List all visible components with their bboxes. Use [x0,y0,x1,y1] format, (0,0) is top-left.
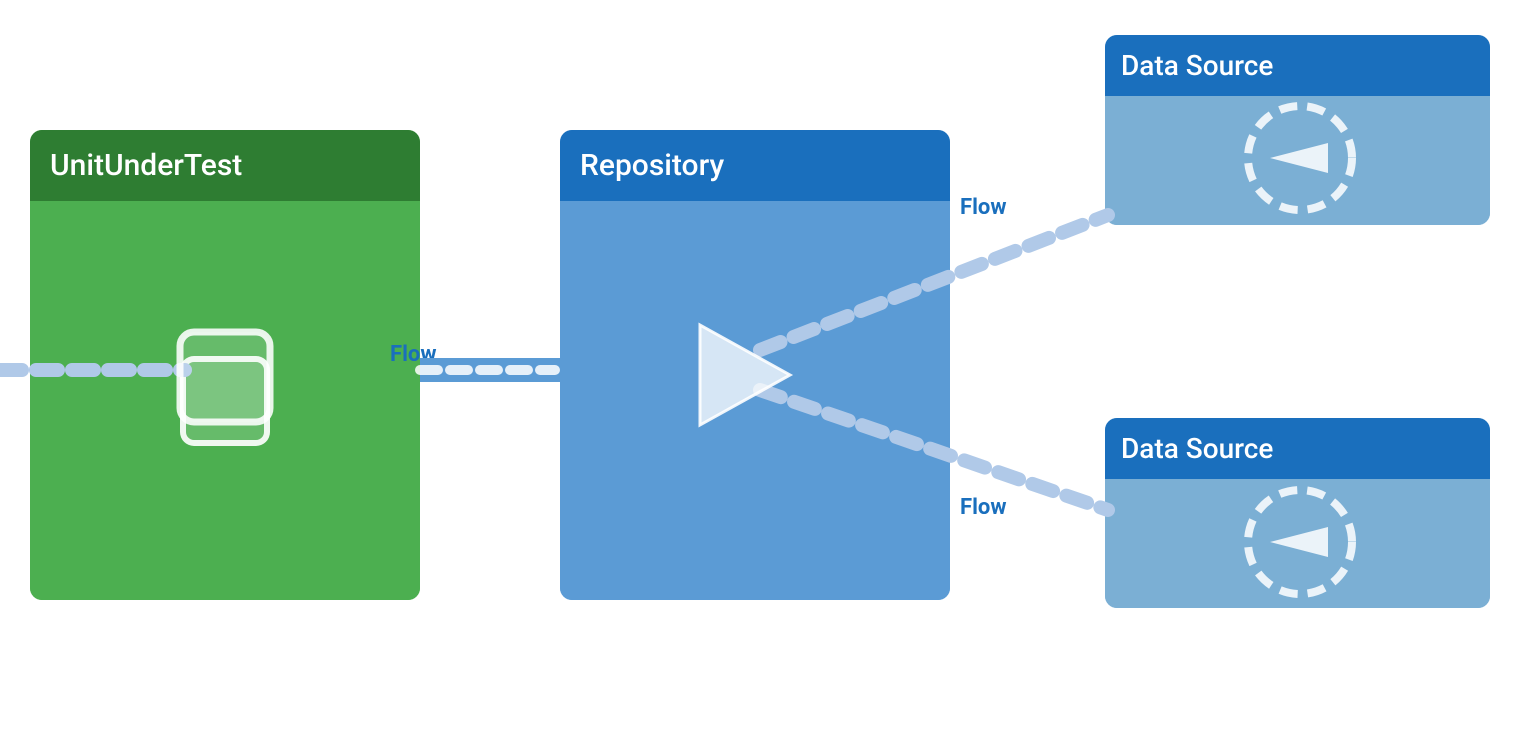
data-source-top-arrow [1270,143,1328,173]
dashed-line-to-bottom-source [760,390,1108,510]
dashed-line-to-top-source [760,215,1108,350]
data-source-bottom-arrow [1270,527,1328,557]
unit-square-icon-svg [180,332,270,422]
diagram-container: UnitUnderTest Repository Data Source Dat… [0,0,1519,741]
diagram-svg: .dashed-line { stroke: #b0c9e8; stroke-w… [0,0,1519,741]
